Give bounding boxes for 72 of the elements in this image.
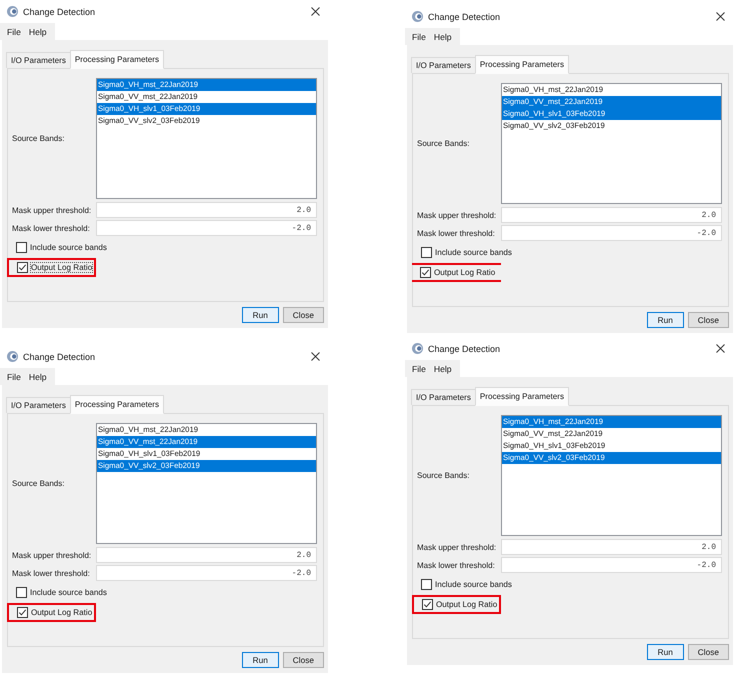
- tab[interactable]: I/O Parameters: [6, 52, 71, 68]
- tab[interactable]: Processing Parameters: [474, 387, 569, 406]
- checkbox-label[interactable]: Include source bands: [435, 580, 512, 589]
- menu-item[interactable]: Help: [28, 372, 47, 382]
- field-label: Source Bands:: [12, 134, 66, 143]
- field-label: Mask upper threshold:: [12, 550, 92, 560]
- window-title: Change Detection: [23, 352, 96, 362]
- close-icon[interactable]: [311, 352, 320, 361]
- checkbox[interactable]: [421, 579, 432, 590]
- field-label: Mask lower threshold:: [12, 224, 91, 232]
- close-icon[interactable]: [311, 7, 320, 16]
- tab[interactable]: I/O Parameters: [411, 57, 476, 73]
- menu-item[interactable]: File: [7, 26, 21, 36]
- threshold-field[interactable]: -2.0: [501, 557, 722, 573]
- field-label: Mask upper threshold:: [12, 206, 92, 214]
- dialog-button[interactable]: Close: [282, 307, 324, 323]
- threshold-field[interactable]: 2.0: [501, 539, 722, 555]
- field-label: Source Bands:: [12, 479, 66, 488]
- dialog-button[interactable]: Run: [242, 652, 279, 668]
- tab[interactable]: Processing Parameters: [70, 50, 164, 69]
- dialog-button[interactable]: Close: [282, 652, 324, 668]
- app-logo-icon: [412, 11, 423, 22]
- checkbox-label[interactable]: Include source bands: [30, 588, 107, 597]
- checkbox-label[interactable]: Output Log Ratio: [31, 263, 92, 272]
- dialog-button[interactable]: Close: [688, 644, 729, 660]
- app-logo-icon: [7, 351, 18, 362]
- checkbox-label[interactable]: Output Log Ratio: [31, 608, 92, 617]
- field-label: Mask upper threshold:: [417, 542, 498, 552]
- close-icon[interactable]: [716, 12, 725, 21]
- checkbox-label[interactable]: Output Log Ratio: [436, 600, 498, 609]
- menu-item[interactable]: File: [7, 372, 21, 382]
- checkbox[interactable]: [16, 587, 27, 598]
- checkbox[interactable]: [16, 242, 27, 253]
- menu-item[interactable]: File: [412, 32, 426, 42]
- field-label: Mask lower threshold:: [417, 560, 496, 570]
- close-icon[interactable]: [716, 344, 725, 353]
- window-title: Change Detection: [23, 6, 96, 16]
- checkbox-label[interactable]: Include source bands: [30, 243, 107, 252]
- checkbox[interactable]: [17, 262, 28, 273]
- app-logo-icon: [412, 343, 423, 354]
- menu-item[interactable]: Help: [434, 364, 452, 374]
- checkbox[interactable]: [421, 247, 432, 258]
- tab[interactable]: Processing Parameters: [70, 395, 164, 414]
- window-title: Change Detection: [428, 344, 502, 354]
- tab[interactable]: I/O Parameters: [411, 389, 476, 405]
- menu-item[interactable]: File: [412, 364, 426, 374]
- checkbox[interactable]: [422, 599, 433, 610]
- field-label: Mask lower threshold:: [417, 228, 496, 238]
- threshold-field[interactable]: 2.0: [501, 207, 722, 223]
- tab[interactable]: I/O Parameters: [6, 397, 71, 413]
- field-label: Source Bands:: [417, 139, 470, 148]
- threshold-field[interactable]: 2.0: [96, 202, 317, 218]
- menu-item[interactable]: Help: [28, 26, 47, 36]
- menu-item[interactable]: Help: [434, 32, 452, 42]
- checkbox[interactable]: [420, 267, 431, 278]
- field-label: Source Bands:: [417, 471, 470, 480]
- checkbox-label[interactable]: Output Log Ratio: [434, 268, 496, 277]
- threshold-field[interactable]: 2.0: [96, 547, 317, 563]
- window-title: Change Detection: [428, 12, 502, 22]
- app-logo-icon: [7, 6, 18, 17]
- checkbox-label[interactable]: Include source bands: [435, 248, 512, 257]
- threshold-field[interactable]: -2.0: [96, 565, 317, 581]
- checkbox[interactable]: [17, 607, 28, 618]
- dialog-button[interactable]: Run: [646, 644, 684, 660]
- dialog-button[interactable]: Run: [242, 307, 279, 323]
- dialog-button[interactable]: Close: [688, 312, 729, 328]
- field-label: Mask lower threshold:: [12, 568, 91, 578]
- dialog-button[interactable]: Run: [646, 312, 684, 328]
- threshold-field[interactable]: -2.0: [96, 220, 317, 236]
- threshold-field[interactable]: -2.0: [501, 225, 722, 241]
- field-label: Mask upper threshold:: [417, 210, 498, 220]
- tab[interactable]: Processing Parameters: [474, 55, 569, 74]
